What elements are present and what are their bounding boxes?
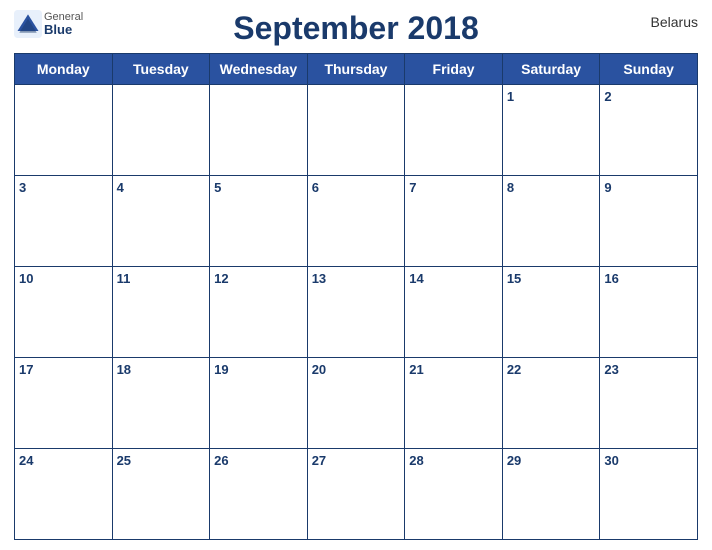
cell-week1-day4 xyxy=(307,85,405,176)
cell-week1-day6: 1 xyxy=(502,85,600,176)
cell-week5-day6: 29 xyxy=(502,449,600,540)
cell-week2-day6: 8 xyxy=(502,176,600,267)
date-21: 21 xyxy=(409,362,423,377)
cell-week4-day6: 22 xyxy=(502,358,600,449)
cell-week1-day7: 2 xyxy=(600,85,698,176)
date-24: 24 xyxy=(19,453,33,468)
date-16: 16 xyxy=(604,271,618,286)
date-18: 18 xyxy=(117,362,131,377)
cell-week4-day5: 21 xyxy=(405,358,503,449)
cell-week2-day4: 6 xyxy=(307,176,405,267)
cell-week3-day2: 11 xyxy=(112,267,210,358)
date-1: 1 xyxy=(507,89,514,104)
cell-week4-day3: 19 xyxy=(210,358,308,449)
cell-week4-day2: 18 xyxy=(112,358,210,449)
cell-week1-day1 xyxy=(15,85,113,176)
date-6: 6 xyxy=(312,180,319,195)
week-row-5: 24 25 26 27 28 29 30 xyxy=(15,449,698,540)
date-15: 15 xyxy=(507,271,521,286)
date-10: 10 xyxy=(19,271,33,286)
cell-week3-day6: 15 xyxy=(502,267,600,358)
date-17: 17 xyxy=(19,362,33,377)
date-8: 8 xyxy=(507,180,514,195)
cell-week2-day5: 7 xyxy=(405,176,503,267)
date-20: 20 xyxy=(312,362,326,377)
cell-week1-day2 xyxy=(112,85,210,176)
logo: General Blue xyxy=(14,10,83,38)
cell-week3-day7: 16 xyxy=(600,267,698,358)
cell-week3-day3: 12 xyxy=(210,267,308,358)
cell-week2-day2: 4 xyxy=(112,176,210,267)
date-30: 30 xyxy=(604,453,618,468)
date-3: 3 xyxy=(19,180,26,195)
calendar-header: General Blue September 2018 Belarus xyxy=(14,10,698,53)
cell-week5-day7: 30 xyxy=(600,449,698,540)
header-wednesday: Wednesday xyxy=(210,54,308,85)
logo-blue-text: Blue xyxy=(44,23,83,37)
cell-week2-day3: 5 xyxy=(210,176,308,267)
date-25: 25 xyxy=(117,453,131,468)
week-row-1: 12 xyxy=(15,85,698,176)
cell-week4-day4: 20 xyxy=(307,358,405,449)
calendar-table: Monday Tuesday Wednesday Thursday Friday… xyxy=(14,53,698,540)
country-label: Belarus xyxy=(651,14,698,30)
cell-week1-day3 xyxy=(210,85,308,176)
cell-week5-day4: 27 xyxy=(307,449,405,540)
week-row-2: 3 4 5 6 7 8 9 xyxy=(15,176,698,267)
header-monday: Monday xyxy=(15,54,113,85)
date-4: 4 xyxy=(117,180,124,195)
date-13: 13 xyxy=(312,271,326,286)
page-title: September 2018 xyxy=(233,10,478,47)
date-19: 19 xyxy=(214,362,228,377)
calendar-body: 1234567891011121314151617181920212223242… xyxy=(15,85,698,540)
header-saturday: Saturday xyxy=(502,54,600,85)
date-27: 27 xyxy=(312,453,326,468)
logo-text: General Blue xyxy=(44,11,83,37)
date-29: 29 xyxy=(507,453,521,468)
date-2: 2 xyxy=(604,89,611,104)
date-11: 11 xyxy=(117,271,131,286)
header-sunday: Sunday xyxy=(600,54,698,85)
cell-week4-day7: 23 xyxy=(600,358,698,449)
date-12: 12 xyxy=(214,271,228,286)
cell-week5-day1: 24 xyxy=(15,449,113,540)
cell-week3-day5: 14 xyxy=(405,267,503,358)
cell-week1-day5 xyxy=(405,85,503,176)
date-14: 14 xyxy=(409,271,423,286)
cell-week5-day5: 28 xyxy=(405,449,503,540)
date-28: 28 xyxy=(409,453,423,468)
cell-week5-day3: 26 xyxy=(210,449,308,540)
logo-icon xyxy=(14,10,42,38)
header-tuesday: Tuesday xyxy=(112,54,210,85)
cell-week5-day2: 25 xyxy=(112,449,210,540)
date-23: 23 xyxy=(604,362,618,377)
week-row-3: 10 11 12 13 14 15 16 xyxy=(15,267,698,358)
calendar-page: General Blue September 2018 Belarus Mond… xyxy=(0,0,712,550)
cell-week3-day1: 10 xyxy=(15,267,113,358)
cell-week4-day1: 17 xyxy=(15,358,113,449)
date-5: 5 xyxy=(214,180,221,195)
cell-week3-day4: 13 xyxy=(307,267,405,358)
cell-week2-day7: 9 xyxy=(600,176,698,267)
date-7: 7 xyxy=(409,180,416,195)
week-row-4: 17 18 19 20 21 22 23 xyxy=(15,358,698,449)
header-thursday: Thursday xyxy=(307,54,405,85)
date-26: 26 xyxy=(214,453,228,468)
days-header-row: Monday Tuesday Wednesday Thursday Friday… xyxy=(15,54,698,85)
header-friday: Friday xyxy=(405,54,503,85)
cell-week2-day1: 3 xyxy=(15,176,113,267)
date-9: 9 xyxy=(604,180,611,195)
date-22: 22 xyxy=(507,362,521,377)
